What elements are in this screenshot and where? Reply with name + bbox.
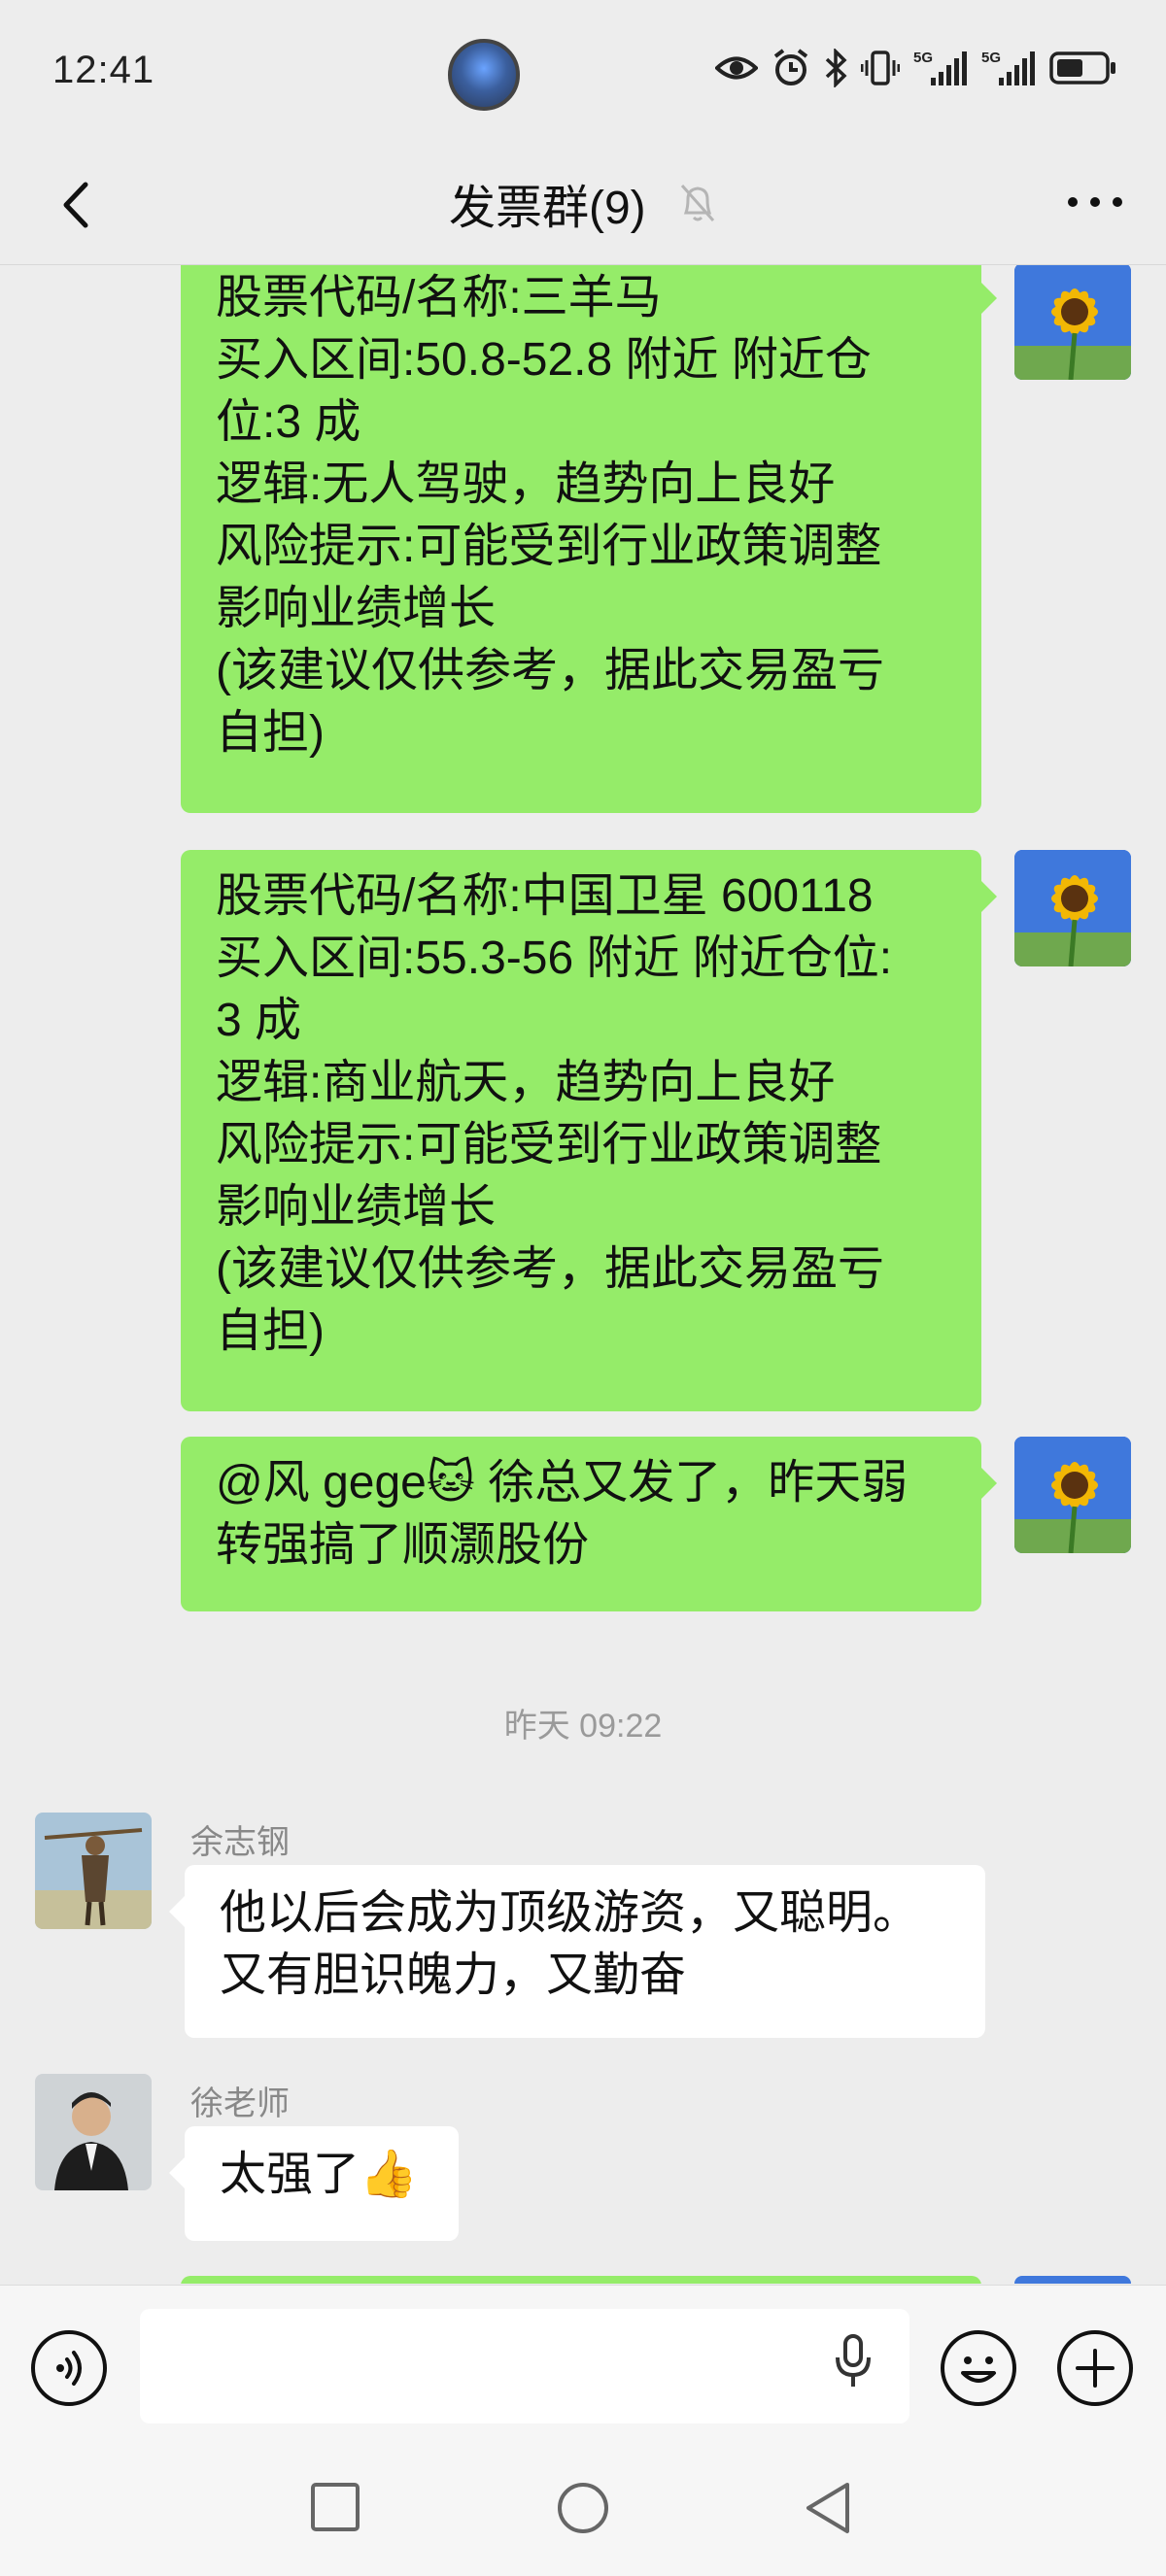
sunflower-icon <box>1014 265 1131 380</box>
input-bar <box>0 2285 1166 2431</box>
more-options-icon[interactable] <box>1061 183 1129 221</box>
svg-text:5G: 5G <box>981 50 1001 66</box>
message-timestamp: 昨天 09:22 <box>503 1708 663 1745</box>
my-avatar-sunflower[interactable] <box>1014 850 1131 966</box>
other-message-bubble[interactable]: 太强了👍 <box>169 2126 459 2241</box>
system-nav-bar <box>0 2430 1166 2576</box>
more-functions-button[interactable] <box>1057 2330 1133 2406</box>
smiley-icon <box>961 2356 996 2383</box>
other-message-bubble[interactable]: 他以后会成为顶级游资，又聪明。 又有胆识魄力，又勤奋 <box>169 1865 985 2038</box>
message-line: 买入区间:50.8-52.8 附近 附近仓 <box>216 334 872 386</box>
thumbs-up-emoji: 👍 <box>360 2149 418 2200</box>
vibrate-icon <box>861 51 900 85</box>
message-line: 转强搞了顺灏股份 <box>216 1519 590 1571</box>
message-line: 影响业绩增长 <box>216 583 497 634</box>
message-input[interactable] <box>140 2309 909 2423</box>
message-line: @风 gege🐱 徐总又发了，昨天弱 <box>216 1452 960 1514</box>
message-line: 风险提示:可能受到行业政策调整 <box>216 1119 882 1170</box>
message-line: 自担) <box>216 1305 325 1357</box>
my-message-bubble-partial[interactable] <box>181 2276 981 2284</box>
alarm-icon <box>773 49 808 85</box>
my-avatar-sunflower[interactable] <box>1014 265 1131 380</box>
sender-name: 徐老师 <box>190 2085 290 2122</box>
bluetooth-icon <box>825 49 847 87</box>
message-line: 太强了👍 <box>220 2144 437 2206</box>
message-line: 买入区间:55.3-56 附近 附近仓位: <box>216 932 893 984</box>
plus-icon <box>1076 2349 1115 2388</box>
battery-icon <box>1049 51 1115 85</box>
status-icons: 5G 5G <box>715 49 1117 87</box>
voice-input-button[interactable] <box>31 2330 107 2406</box>
my-avatar-partial[interactable] <box>1014 2276 1131 2284</box>
signal-5g-icon: 5G <box>913 50 967 85</box>
message-line: 自担) <box>216 707 325 759</box>
mention-text[interactable]: @风 gege <box>216 1457 427 1508</box>
sender-avatar[interactable] <box>35 2074 152 2190</box>
mute-bell-icon <box>680 185 715 221</box>
my-message-bubble[interactable]: 股票代码/名称:三羊马 买入区间:50.8-52.8 附近 附近仓 位:3 成 … <box>181 265 997 813</box>
sunflower-icon <box>1014 1437 1131 1553</box>
my-message-bubble[interactable]: 股票代码/名称:中国卫星 600118 买入区间:55.3-56 附近 附近仓位… <box>181 850 997 1411</box>
message-line: 影响业绩增长 <box>216 1181 497 1233</box>
message-line: 股票代码/名称:中国卫星 600118 <box>216 870 874 922</box>
message-text: 徐总又发了，昨天弱 <box>474 1457 909 1508</box>
my-message-bubble[interactable]: @风 gege🐱 徐总又发了，昨天弱 转强搞了顺灏股份 <box>181 1437 997 1611</box>
svg-text:5G: 5G <box>913 50 933 66</box>
home-icon[interactable] <box>556 2481 610 2535</box>
status-time: 12:41 <box>52 49 155 91</box>
message-line: 他以后会成为顶级游资，又聪明。 <box>220 1887 920 1939</box>
message-line: (该建议仅供参考，据此交易盈亏 <box>216 1243 884 1295</box>
message-line: 逻辑:无人驾驶，趋势向上良好 <box>216 458 836 510</box>
cat-emoji: 🐱 <box>426 1457 475 1508</box>
message-line: 3 成 <box>216 995 302 1046</box>
my-avatar-sunflower[interactable] <box>1014 1437 1131 1553</box>
chat-title-wrap: 发票群(9) <box>0 169 1166 237</box>
message-line: 风险提示:可能受到行业政策调整 <box>216 521 882 572</box>
message-text: 太强了 <box>220 2149 360 2200</box>
eye-icon <box>715 56 758 80</box>
chat-message-list[interactable]: 股票代码/名称:三羊马 买入区间:50.8-52.8 附近 附近仓 位:3 成 … <box>0 265 1166 2284</box>
sender-name: 余志钢 <box>190 1824 290 1861</box>
status-notification-avatar-icon <box>448 39 520 111</box>
recent-apps-icon[interactable] <box>309 2481 361 2533</box>
voice-icon <box>56 2351 82 2386</box>
message-line: 位:3 成 <box>216 396 361 448</box>
signal-5g-icon: 5G <box>981 50 1035 85</box>
back-nav-icon[interactable] <box>803 2481 855 2535</box>
sender-avatar[interactable] <box>35 1813 152 1929</box>
chat-header: 发票群(9) <box>0 146 1166 265</box>
message-line: 又有胆识魄力，又勤奋 <box>220 1949 687 2001</box>
microphone-icon[interactable] <box>834 2332 873 2390</box>
avatar-scarecrow-icon <box>35 1813 152 1929</box>
avatar-man-icon <box>35 2074 152 2190</box>
status-bar: 12:41 5G 5G <box>0 0 1166 146</box>
message-line: 逻辑:商业航天，趋势向上良好 <box>216 1057 836 1108</box>
chat-title: 发票群(9) <box>448 183 646 234</box>
sunflower-icon <box>1014 850 1131 966</box>
message-line: 股票代码/名称:三羊马 <box>216 272 662 323</box>
emoji-button[interactable] <box>941 2330 1016 2406</box>
message-line: (该建议仅供参考，据此交易盈亏 <box>216 645 884 696</box>
